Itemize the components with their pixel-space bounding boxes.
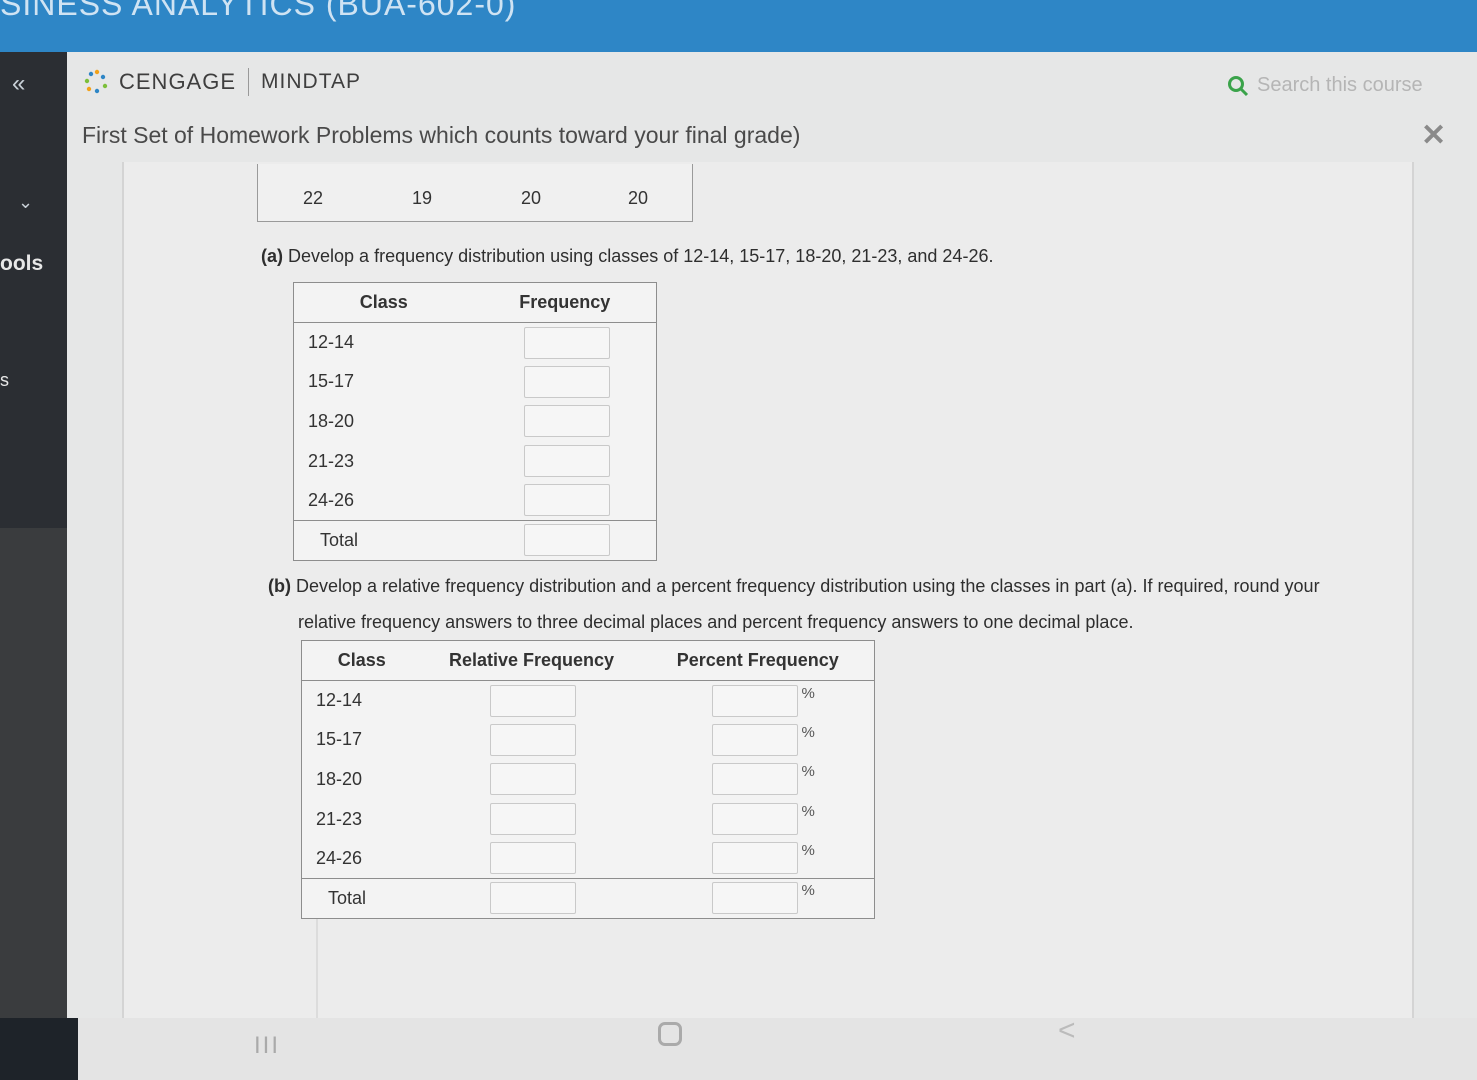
part-b-question: (b) Develop a relative frequency distrib… <box>268 568 1358 640</box>
percent-frequency-input[interactable] <box>711 763 798 796</box>
total-label: Total <box>293 519 474 561</box>
column-header: Class <box>293 282 474 323</box>
frequency-input[interactable] <box>523 405 610 438</box>
recent-apps-icon[interactable]: III <box>254 1032 280 1060</box>
frequency-total-input[interactable] <box>523 524 610 557</box>
data-value: 19 <box>412 188 433 208</box>
frequency-input[interactable] <box>523 326 610 359</box>
frequency-input[interactable] <box>523 484 610 517</box>
percent-frequency-input[interactable] <box>711 842 798 875</box>
class-label: 21-23 <box>308 450 355 471</box>
product-name: MINDTAP <box>261 70 361 93</box>
logo-divider <box>248 68 250 96</box>
class-label: 24-26 <box>308 489 355 510</box>
relative-frequency-input[interactable] <box>489 803 576 836</box>
part-a-text: Develop a frequency distribution using c… <box>288 246 994 266</box>
table-row: 21-23 <box>294 441 657 481</box>
class-label: 24-26 <box>316 847 363 868</box>
percent-sign: % <box>801 723 815 741</box>
percent-frequency-input[interactable] <box>711 723 798 756</box>
sidebar-partial-label: s <box>0 370 9 390</box>
percent-frequency-input[interactable] <box>711 684 798 717</box>
table-row: 24-26% <box>302 839 875 879</box>
frequency-input[interactable] <box>523 445 610 478</box>
data-value: 20 <box>628 188 649 208</box>
frequency-table: Class Frequency 12-14 15-17 18-20 21-23 … <box>293 282 657 561</box>
data-value: 22 <box>303 188 324 208</box>
course-search[interactable]: Search this course <box>1227 74 1423 97</box>
column-header: Percent Frequency <box>641 640 875 681</box>
close-icon[interactable]: ✕ <box>1421 118 1446 153</box>
table-row: 15-17 <box>294 362 657 402</box>
tools-label[interactable]: ools <box>0 252 43 276</box>
percent-sign: % <box>801 803 815 821</box>
collapse-icon[interactable]: « <box>12 70 25 98</box>
device-nav-bar: III < <box>78 1014 1477 1080</box>
relative-frequency-table: Class Relative Frequency Percent Frequen… <box>301 640 875 919</box>
class-label: 12-14 <box>308 332 355 353</box>
total-label: Total <box>301 877 422 919</box>
page-title: First Set of Homework Problems which cou… <box>82 122 801 148</box>
column-header: Class <box>301 640 422 681</box>
percent-sign: % <box>801 763 815 781</box>
part-a-question: (a) Develop a frequency distribution usi… <box>261 246 993 267</box>
brand-name: CENGAGE <box>119 69 237 94</box>
percent-sign: % <box>801 882 815 900</box>
relative-frequency-input[interactable] <box>489 842 576 875</box>
cengage-dots-icon <box>83 68 113 96</box>
table-row: 12-14% <box>302 681 875 721</box>
relative-frequency-input[interactable] <box>489 763 576 796</box>
browser-top-bar: SINESS ANALYTICS (BUA-602-0) <box>0 0 1477 52</box>
relative-frequency-input[interactable] <box>489 723 576 756</box>
class-label: 18-20 <box>308 410 355 431</box>
part-b-text-line1: Develop a relative frequency distributio… <box>296 576 1320 596</box>
table-row: 24-26 <box>294 481 657 521</box>
home-icon[interactable] <box>658 1022 682 1046</box>
column-header: Frequency <box>473 282 657 323</box>
class-label: 12-14 <box>316 690 363 711</box>
frequency-input[interactable] <box>523 365 610 398</box>
search-placeholder: Search this course <box>1257 74 1423 96</box>
table-row: 18-20% <box>302 760 875 800</box>
percent-frequency-total-input[interactable] <box>711 882 798 915</box>
cengage-logo[interactable]: CENGAGE MINDTAP <box>83 68 361 96</box>
class-label: 15-17 <box>316 729 363 750</box>
relative-frequency-input[interactable] <box>489 684 576 717</box>
course-title: SINESS ANALYTICS (BUA-602-0) <box>0 0 517 22</box>
data-table: 22 19 20 20 <box>257 164 693 222</box>
left-rail: « ⌄ ools s <box>0 52 67 528</box>
header: CENGAGE MINDTAP Search this course <box>67 52 1477 112</box>
total-row: Total% <box>301 877 875 919</box>
search-icon <box>1228 75 1249 96</box>
table-row: 15-17% <box>302 720 875 760</box>
percent-frequency-input[interactable] <box>711 803 798 836</box>
back-icon[interactable]: < <box>1058 1014 1076 1048</box>
class-label: 15-17 <box>308 371 355 392</box>
class-label: 18-20 <box>316 768 363 789</box>
chevron-down-icon[interactable]: ⌄ <box>18 192 33 213</box>
table-row: 21-23% <box>302 799 875 839</box>
percent-sign: % <box>801 684 815 702</box>
column-header: Relative Frequency <box>421 640 642 681</box>
total-row: Total <box>293 519 657 561</box>
data-value: 20 <box>521 188 542 208</box>
table-row: 18-20 <box>294 402 657 442</box>
part-b-text-line2: relative frequency answers to three deci… <box>298 612 1134 632</box>
part-b-label: (b) <box>268 576 291 596</box>
table-row: 12-14 <box>294 323 657 363</box>
class-label: 21-23 <box>316 808 363 829</box>
part-a-label: (a) <box>261 246 283 266</box>
relative-frequency-total-input[interactable] <box>489 882 576 915</box>
percent-sign: % <box>801 842 815 860</box>
